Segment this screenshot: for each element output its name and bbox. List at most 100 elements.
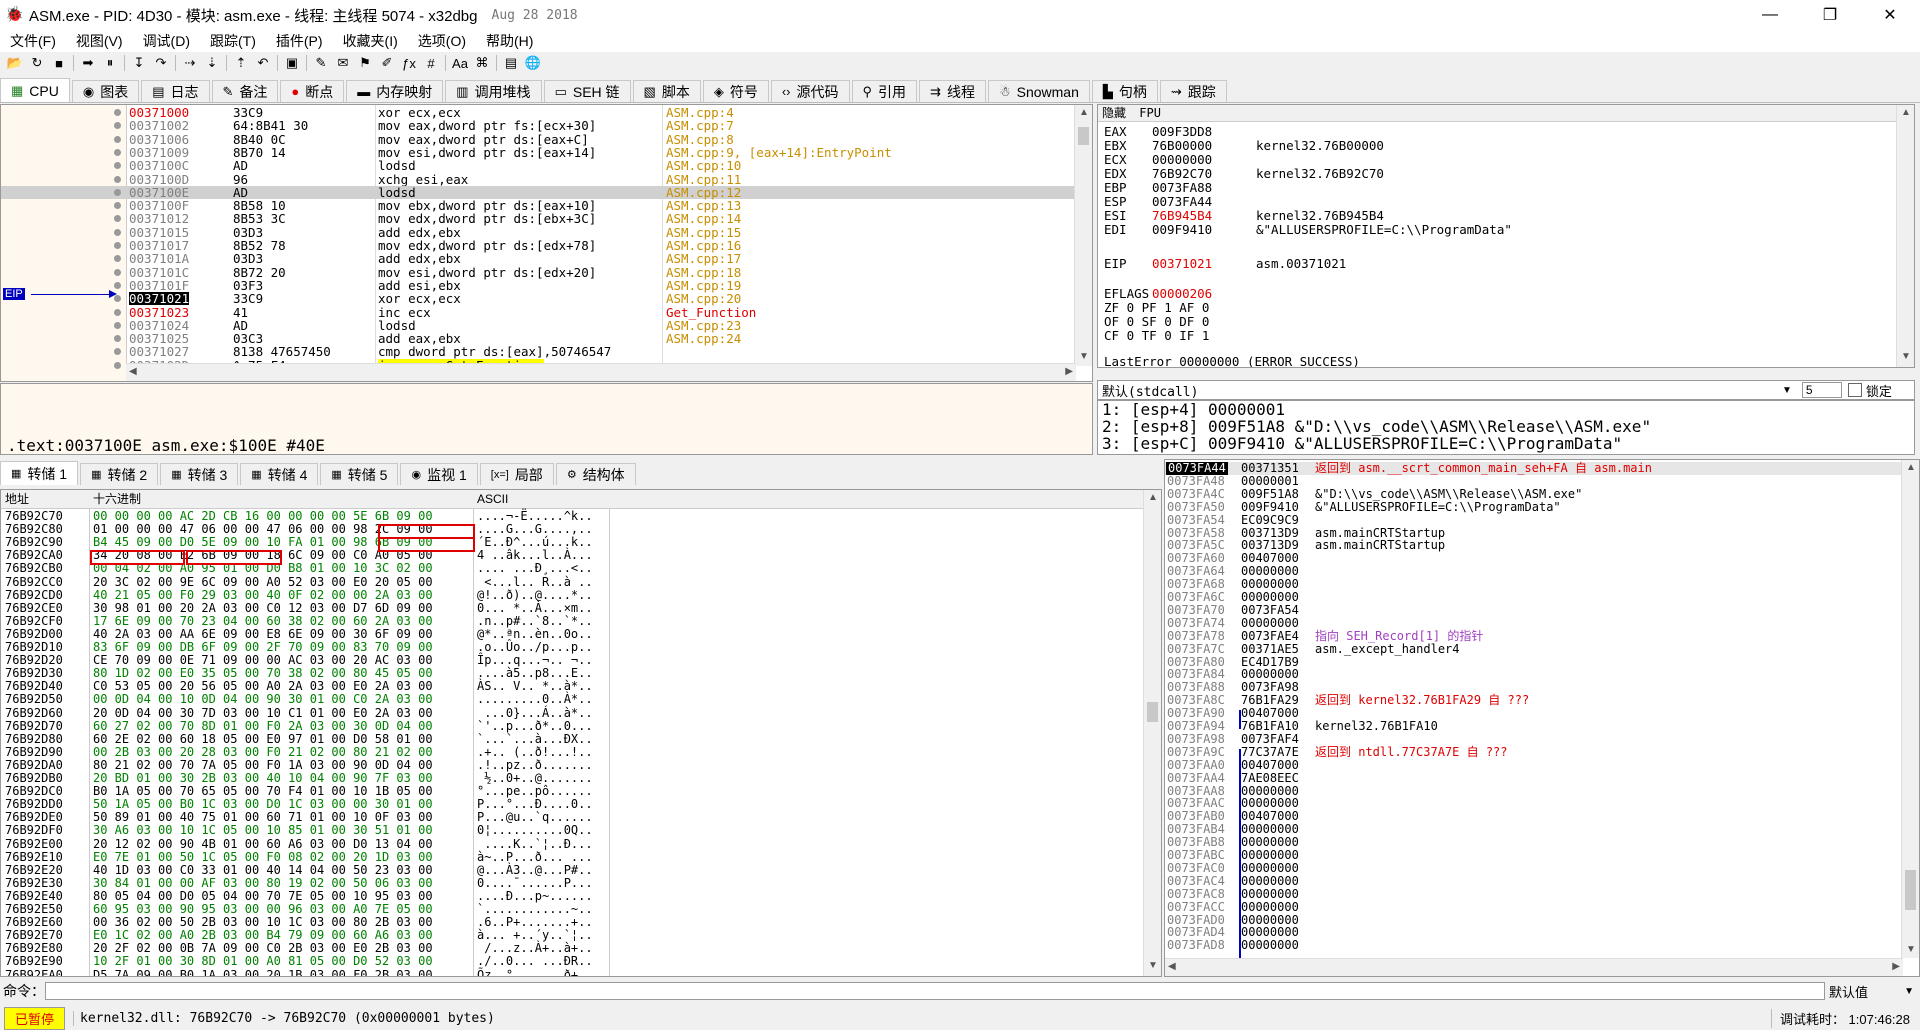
command-input[interactable]: [45, 982, 1825, 1000]
breakpoint-dot-icon[interactable]: [114, 202, 121, 210]
stack-row[interactable]: 0073FA74 00000000: [1165, 616, 1901, 630]
dump-row[interactable]: 76B92DA0 80 21 02 00 70 7A 05 00 F0 1A 03…: [1, 758, 1141, 772]
scroll-up-icon[interactable]: ▲: [1079, 107, 1089, 118]
register-row[interactable]: ESI 76B945B4 kernel32.76B945B4: [1104, 209, 1384, 223]
stack-row[interactable]: 0073FA9C 77C37A7E 返回到 ntdll.77C37A7E 自 ???: [1165, 745, 1901, 759]
scroll-down-icon[interactable]: ▼: [1901, 351, 1911, 362]
argument-line[interactable]: 3: [esp+C] 009F9410 &"ALLUSERSPROFILE=C:…: [1098, 435, 1914, 452]
register-row[interactable]: EFLAGS 00000206: [1104, 287, 1256, 301]
dump-vscrollbar[interactable]: ▲ ▼: [1143, 490, 1161, 976]
font-icon[interactable]: Aa: [449, 53, 471, 73]
register-value[interactable]: 00000206: [1152, 287, 1256, 301]
argument-line[interactable]: 2: [esp+8] 009F51A8 &"D:\\vs_code\\ASM\\…: [1098, 418, 1914, 435]
dump-row[interactable]: 76B92D20 CE 70 09 00 0E 71 09 00 00 AC 03…: [1, 654, 1141, 667]
disasm-row[interactable]: 00371015 03D3 add edx,ebx ASM.cpp:15: [1, 226, 1076, 239]
tab-memory-map[interactable]: ▬ 内存映射: [346, 80, 444, 102]
disasm-hscrollbar[interactable]: ◀ ▶: [126, 363, 1076, 381]
stack-row[interactable]: 0073FA98 0073FAF4: [1165, 732, 1901, 746]
scroll-left-icon[interactable]: ◀: [129, 366, 137, 377]
step-over-icon[interactable]: ↷: [150, 53, 172, 73]
open-icon[interactable]: 📂: [4, 53, 26, 73]
chevron-down-icon[interactable]: ▼: [1782, 385, 1792, 396]
scroll-right-icon[interactable]: ▶: [1065, 366, 1073, 377]
register-row[interactable]: EAX 009F3DD8: [1104, 125, 1256, 139]
maximize-button[interactable]: ❐: [1800, 0, 1860, 30]
disasm-row[interactable]: 00371024 AD lodsd ASM.cpp:23: [1, 319, 1076, 332]
menu-item[interactable]: 帮助(H): [476, 31, 543, 51]
menu-item[interactable]: 跟踪(T): [200, 31, 266, 51]
dump-row[interactable]: 76B92D50 00 0D 04 00 10 0D 04 00 90 30 01…: [1, 693, 1141, 706]
dump-row[interactable]: 76B92D60 20 0D 04 00 30 7D 03 00 10 C1 01…: [1, 706, 1141, 720]
breakpoint-dot-icon[interactable]: [114, 281, 121, 289]
scroll-thumb[interactable]: [1905, 870, 1916, 910]
call-convention-select[interactable]: 默认(stdcall): [1102, 381, 1782, 400]
regs-vscrollbar[interactable]: ▲ ▼: [1896, 105, 1914, 367]
breakpoint-dot-icon[interactable]: [114, 228, 121, 236]
registers-panel[interactable]: 隐藏 FPU EAX 009F3DD8 EBX 76B00000 kernel32.76…: [1097, 104, 1915, 368]
dump-tab[interactable]: ▦ 转储 5: [320, 463, 399, 485]
breakpoint-dot-icon[interactable]: [114, 361, 121, 369]
tab-symbol[interactable]: ◈ 符号: [702, 80, 769, 102]
dump-row[interactable]: 76B92E10 E0 7E 01 00 50 1C 05 00 F0 08 02…: [1, 850, 1141, 864]
dump-tab[interactable]: ▦ 转储 1: [0, 461, 79, 485]
dump-tab[interactable]: ▦ 转储 2: [80, 463, 159, 485]
step-into-icon[interactable]: ↧: [128, 53, 150, 73]
patch-icon[interactable]: ✎: [310, 53, 332, 73]
disasm-row[interactable]: 0037100F 8B58 10 mov ebx,dword ptr ds:[eax…: [1, 199, 1076, 212]
dump-row[interactable]: 76B92DC0 B0 1A 05 00 70 65 05 00 70 F4 01…: [1, 785, 1141, 798]
register-row[interactable]: ESP 0073FA44: [1104, 195, 1256, 209]
bookmark-icon[interactable]: ✐: [376, 53, 398, 73]
dump-row[interactable]: 76B92DD0 50 1A 05 00 B0 1C 03 00 D0 1C 03…: [1, 798, 1141, 811]
disasm-row[interactable]: 0037101C 8B72 20 mov esi,dword ptr ds:[edx…: [1, 266, 1076, 279]
globe-icon[interactable]: 🌐: [522, 53, 544, 73]
breakpoint-dot-icon[interactable]: [114, 321, 121, 329]
dump-row[interactable]: 76B92CC0 20 3C 02 00 9E 6C 09 00 A0 52 03…: [1, 575, 1141, 589]
function-icon[interactable]: ƒx: [398, 53, 420, 73]
disasm-row[interactable]: 0037100E AD lodsd ASM.cpp:12: [1, 185, 1076, 199]
dump-row[interactable]: 76B92EA0 D5 7A 09 00 B0 1A 03 00 20 1B 03…: [1, 968, 1141, 976]
menu-item[interactable]: 视图(V): [66, 31, 133, 51]
register-row[interactable]: ECX 00000000: [1104, 153, 1256, 167]
flags-row[interactable]: ZF 0 PF 1 AF 0: [1104, 301, 1209, 315]
stack-row[interactable]: 0073FAC0 00000000: [1165, 861, 1901, 875]
scroll-thumb[interactable]: [1078, 127, 1089, 145]
dump-row[interactable]: 76B92CD0 40 21 05 00 F0 29 03 00 40 0F 02…: [1, 588, 1141, 602]
tab-script[interactable]: ▧ 脚本: [632, 80, 701, 102]
disasm-row[interactable]: 00371012 8B53 3C mov edx,dword ptr ds:[ebx…: [1, 212, 1076, 225]
close-button[interactable]: ✕: [1860, 0, 1920, 30]
stack-row[interactable]: 0073FACC 00000000: [1165, 900, 1901, 914]
breakpoint-dot-icon[interactable]: [114, 135, 121, 143]
dump-row[interactable]: 76B92DE0 50 89 01 00 40 75 01 00 60 71 01…: [1, 811, 1141, 824]
disasm-row[interactable]: 0037100D 96 xchg esi,eax ASM.cpp:11: [1, 173, 1076, 186]
dump-row[interactable]: 76B92E80 20 2F 02 00 0B 7A 09 00 C0 2B 03…: [1, 942, 1141, 955]
scylla-icon[interactable]: ▣: [281, 53, 303, 73]
register-value[interactable]: 76B00000: [1152, 139, 1256, 153]
stack-row[interactable]: 0073FA70 0073FA54: [1165, 603, 1901, 617]
comment-icon[interactable]: ✉: [332, 53, 354, 73]
dump-row[interactable]: 76B92DB0 20 BD 01 00 30 2B 03 00 40 10 04…: [1, 772, 1141, 785]
tab-log[interactable]: ▤ 日志: [141, 80, 210, 102]
stack-hscrollbar[interactable]: ◀ ▶: [1165, 958, 1903, 976]
scroll-down-icon[interactable]: ▼: [1148, 960, 1158, 971]
dump-tab[interactable]: ⚙ 结构体: [555, 463, 636, 485]
disasm-row[interactable]: 0037101A 03D3 add edx,ebx ASM.cpp:17: [1, 252, 1076, 265]
breakpoint-dot-icon[interactable]: [114, 295, 121, 303]
breakpoint-dot-icon[interactable]: [114, 308, 121, 316]
breakpoint-dot-icon[interactable]: [114, 242, 121, 249]
disassembly-view[interactable]: EIP 00371000 33C9 xor ecx,ecx ASM.cpp:4 0037…: [0, 104, 1093, 382]
register-value[interactable]: 00371021: [1152, 257, 1256, 271]
stack-row[interactable]: 0073FA7C 00371AE5 asm._except_handler4: [1165, 642, 1901, 656]
tab-threads[interactable]: ⇉ 线程: [919, 80, 986, 102]
register-value[interactable]: 0073FA88: [1152, 181, 1256, 195]
breakpoint-dot-icon[interactable]: [114, 122, 121, 130]
menu-item[interactable]: 收藏夹(I): [333, 31, 408, 51]
stack-row[interactable]: 0073FAC8 00000000: [1165, 887, 1901, 901]
dump-row[interactable]: 76B92E90 10 2F 01 00 30 8D 01 00 A0 81 05…: [1, 955, 1141, 968]
dump-row[interactable]: 76B92E60 00 36 02 00 50 2B 03 00 10 1C 03…: [1, 916, 1141, 929]
register-value[interactable]: 00000000: [1152, 153, 1256, 167]
breakpoint-dot-icon[interactable]: [114, 268, 121, 276]
dump-row[interactable]: 76B92CF0 17 6E 09 00 70 23 04 00 60 38 02…: [1, 614, 1141, 628]
register-value[interactable]: 009F3DD8: [1152, 125, 1256, 139]
stack-row[interactable]: 0073FA54 EC09C9C9: [1165, 513, 1901, 527]
scroll-thumb[interactable]: [1147, 702, 1158, 722]
